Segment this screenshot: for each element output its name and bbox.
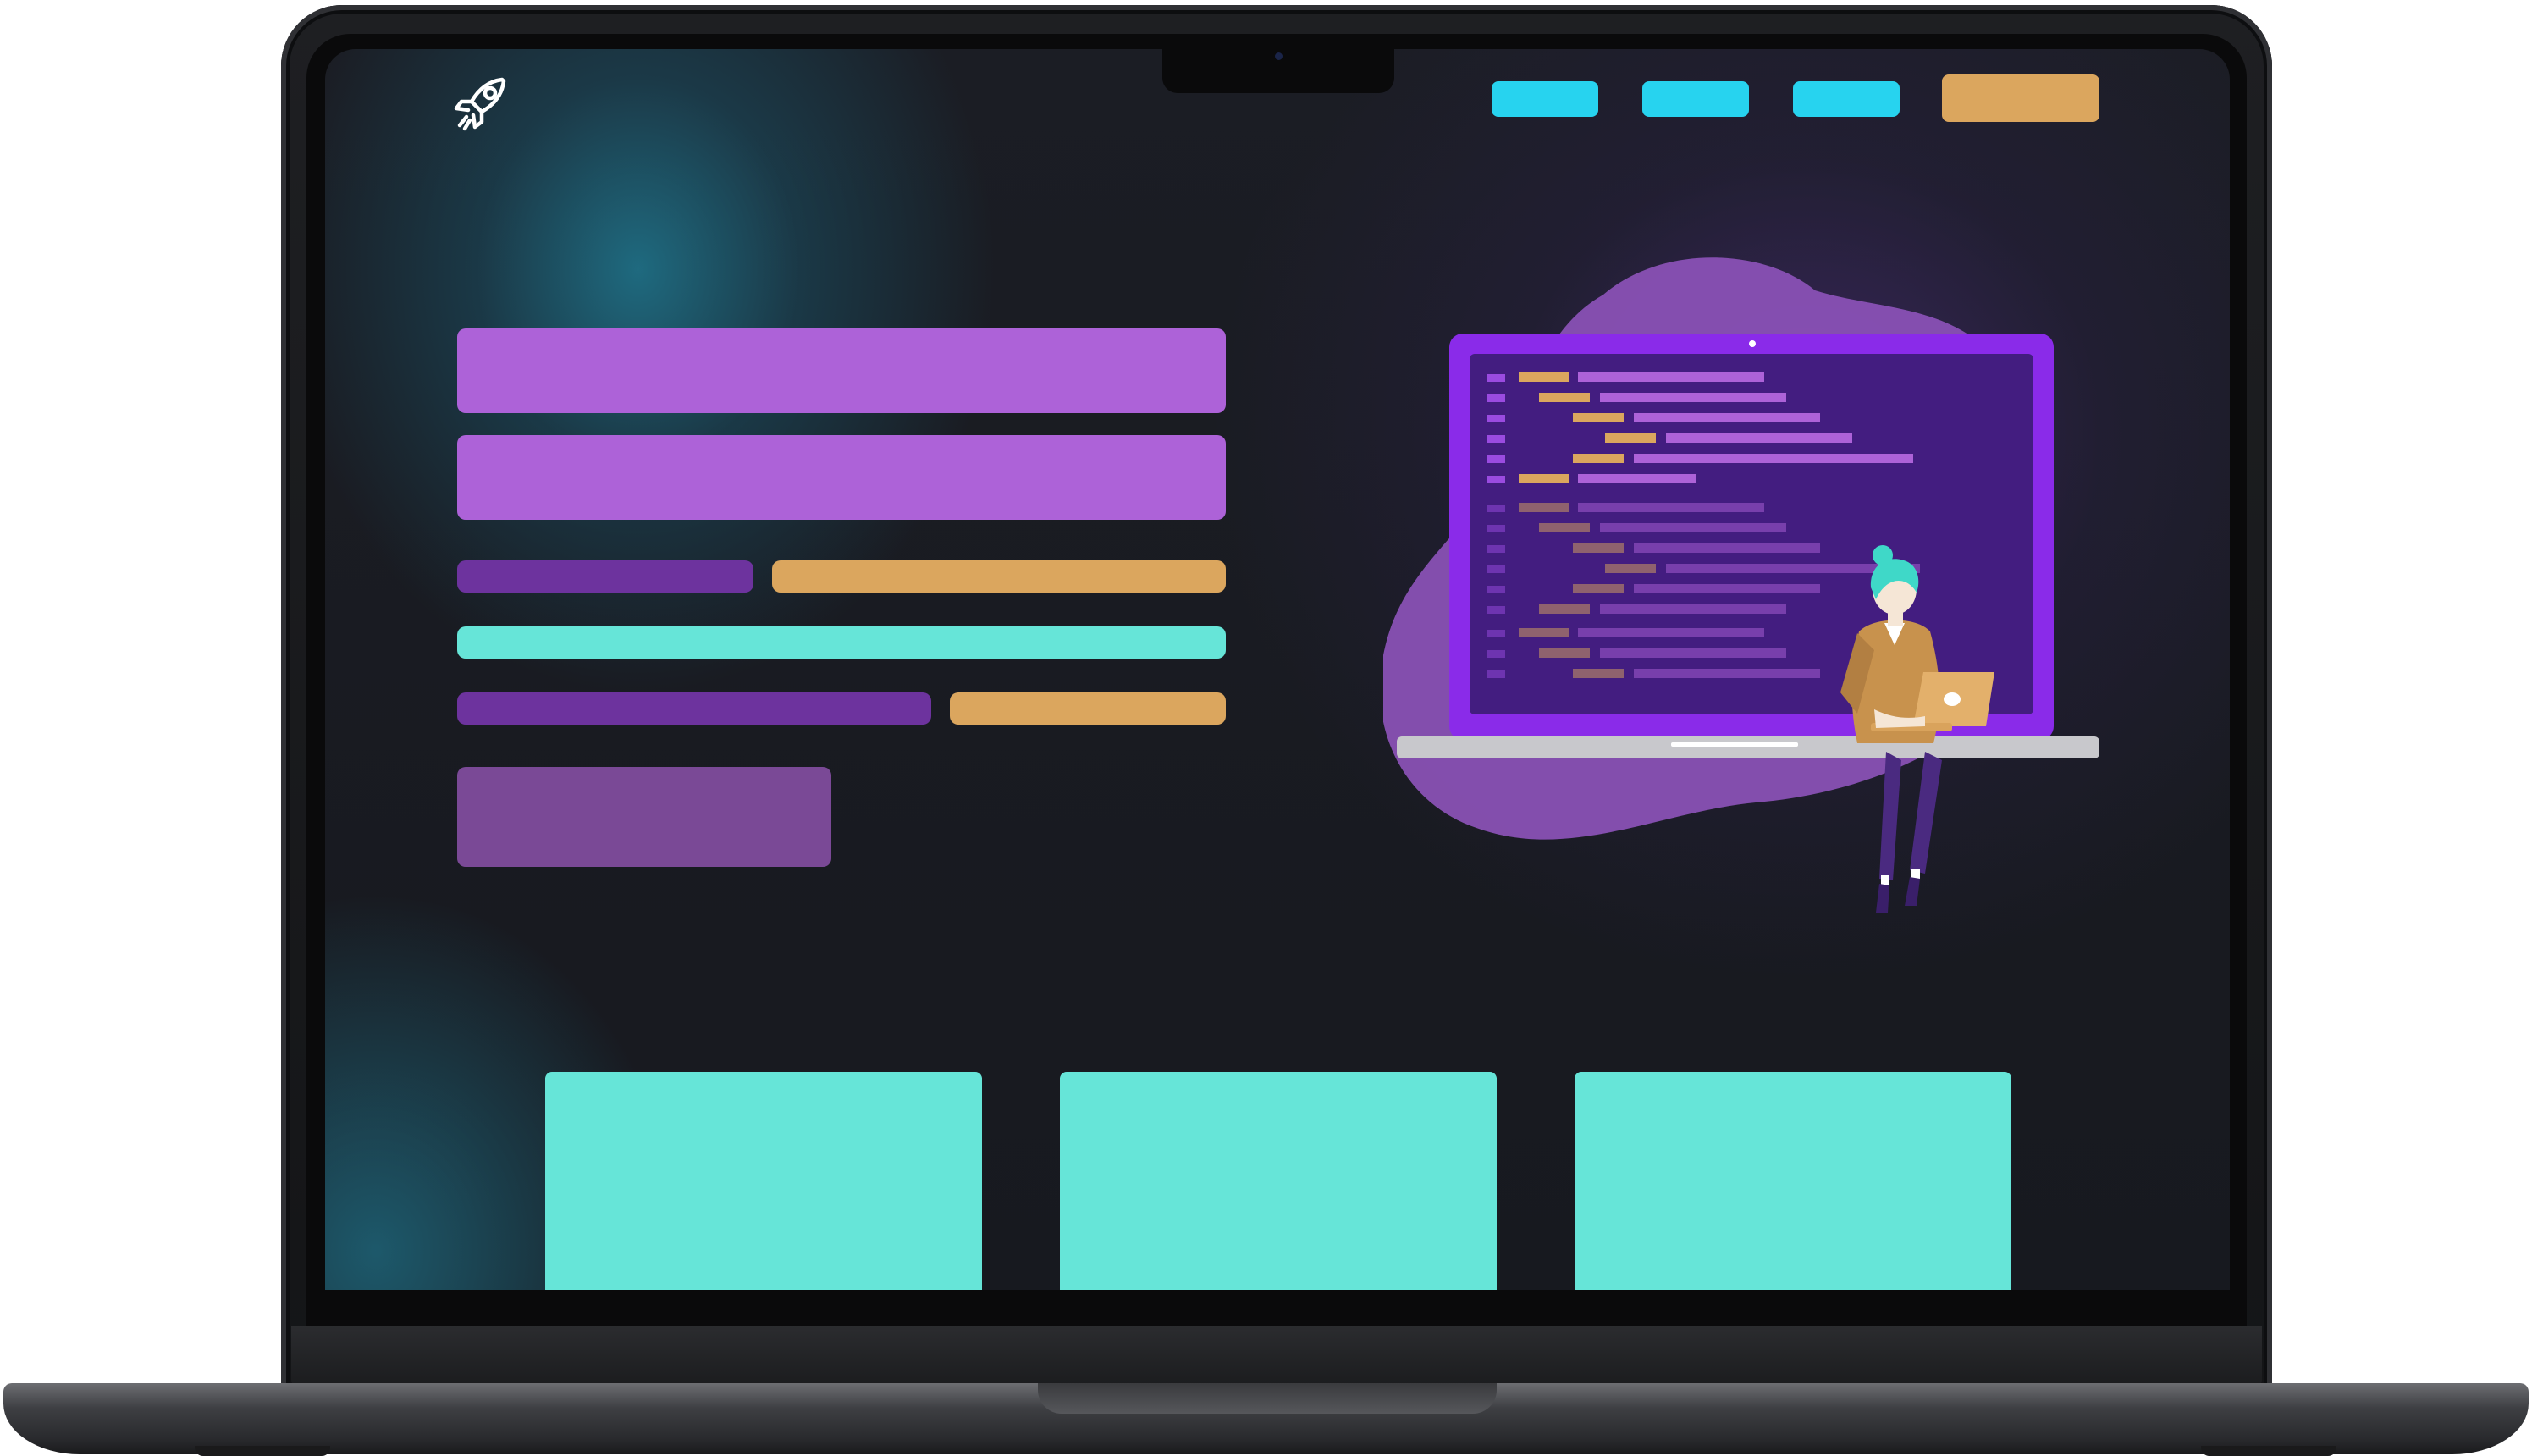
feature-card-2-label bbox=[1060, 1072, 1061, 1073]
hero-text-segment-4 bbox=[457, 692, 931, 725]
hero-text-segment-5-text bbox=[950, 692, 951, 693]
hero-title-line-2-text bbox=[457, 435, 458, 436]
laptop-foot-right bbox=[2201, 1446, 2336, 1456]
laptop-opening-notch bbox=[1038, 1383, 1497, 1414]
hero-title-line-1 bbox=[457, 328, 1226, 413]
website-screen bbox=[325, 49, 2230, 1290]
nav-cta-label bbox=[1942, 74, 1943, 75]
nav-link-2-label bbox=[1642, 81, 1643, 82]
hero-title-line-2 bbox=[457, 435, 1226, 520]
hero-cta-button[interactable] bbox=[457, 767, 831, 867]
feature-card-2[interactable] bbox=[1060, 1072, 1497, 1290]
feature-card-3[interactable] bbox=[1575, 1072, 2011, 1290]
nav-link-2[interactable] bbox=[1642, 81, 1749, 117]
hero-text-segment-2-text bbox=[772, 560, 773, 561]
hero-text-segment-5 bbox=[950, 692, 1226, 725]
nav-link-1[interactable] bbox=[1492, 81, 1598, 117]
hero-illustration bbox=[1383, 257, 2099, 913]
hero-text-segment-2 bbox=[772, 560, 1226, 593]
illustration-shelf bbox=[1397, 736, 2099, 758]
hero-text-segment-3-text bbox=[457, 626, 458, 627]
hero-text-segment-3 bbox=[457, 626, 1226, 659]
hero-title-line-1-text bbox=[457, 328, 458, 329]
nav-link-3[interactable] bbox=[1793, 81, 1900, 117]
hero-text-segment-4-text bbox=[457, 692, 458, 693]
hero-text-segment-1 bbox=[457, 560, 753, 593]
nav-cta-button[interactable] bbox=[1942, 74, 2099, 122]
camera-icon bbox=[1275, 52, 1283, 60]
nav-link-3-label bbox=[1793, 81, 1794, 82]
feature-card-1[interactable] bbox=[545, 1072, 982, 1290]
hero-cta-label bbox=[457, 767, 458, 768]
screen-hinge bbox=[291, 1326, 2262, 1387]
monitor-camera-dot bbox=[1749, 340, 1756, 347]
rocket-icon[interactable] bbox=[450, 73, 514, 137]
feature-card-1-label bbox=[545, 1072, 546, 1073]
hero-text-segment-1-text bbox=[457, 560, 458, 561]
laptop-foot-left bbox=[195, 1446, 330, 1456]
